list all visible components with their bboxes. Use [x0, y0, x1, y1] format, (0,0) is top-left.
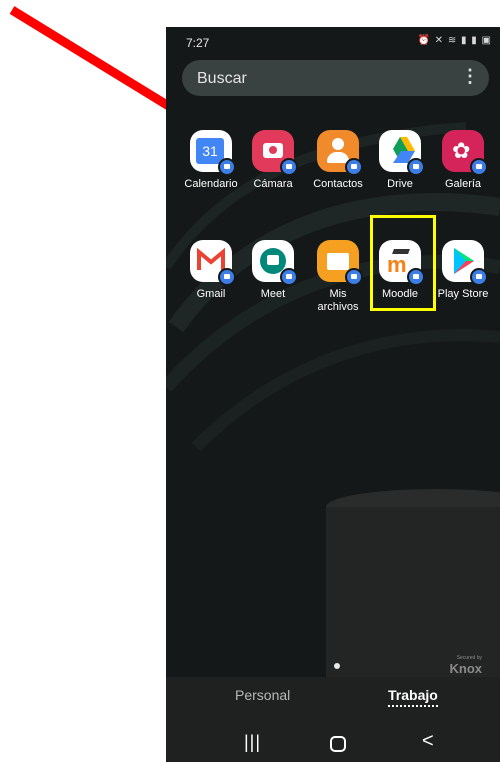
more-options-icon[interactable]: ⋮: [461, 66, 479, 87]
knox-badge: Secured by Knox: [450, 655, 483, 676]
status-time: 7:27: [186, 36, 210, 50]
app-label: Play Store: [437, 288, 489, 300]
work-badge-icon: [218, 268, 236, 286]
work-badge-icon: [218, 158, 236, 176]
meet-icon: [252, 240, 298, 286]
gmail-icon: [190, 240, 236, 286]
profile-tabs: Personal Trabajo: [166, 687, 500, 711]
search-placeholder: Buscar: [197, 70, 247, 87]
camera-icon: [252, 130, 298, 176]
work-badge-icon: [280, 158, 298, 176]
app-gmail[interactable]: Gmail: [178, 240, 244, 301]
app-galeria[interactable]: ✿ Galería: [430, 130, 496, 191]
app-label: Gmail: [196, 288, 226, 300]
playstore-icon: [442, 240, 488, 286]
work-badge-icon: [345, 158, 363, 176]
moodle-highlight-box: [370, 215, 436, 311]
drive-icon: [379, 130, 425, 176]
work-badge-icon: [345, 268, 363, 286]
status-bar: 7:27 ⏰ ✕ ≋ ▮ ▮ ▣: [166, 27, 500, 57]
app-contactos[interactable]: Contactos: [305, 130, 371, 191]
work-badge-icon: [280, 268, 298, 286]
navigation-bar: ||| <: [166, 726, 500, 762]
app-calendario[interactable]: 31 Calendario: [178, 130, 244, 191]
phone-screen: 7:27 ⏰ ✕ ≋ ▮ ▮ ▣ Buscar ⋮ 31 Calendario …: [166, 27, 500, 762]
page-indicator: [334, 663, 340, 669]
app-mis-archivos[interactable]: Mis archivos: [305, 240, 371, 314]
contacts-icon: [317, 130, 363, 176]
back-button[interactable]: <: [422, 730, 434, 753]
app-label: Mis archivos: [317, 288, 359, 313]
work-badge-icon: [407, 158, 425, 176]
app-label: Galería: [444, 178, 482, 190]
search-bar[interactable]: Buscar ⋮: [182, 60, 489, 96]
home-button[interactable]: [330, 736, 346, 752]
app-camara[interactable]: Cámara: [240, 130, 306, 191]
app-label: Cámara: [253, 178, 293, 190]
status-icons: ⏰ ✕ ≋ ▮ ▮ ▣: [417, 35, 492, 46]
recents-button[interactable]: |||: [244, 732, 261, 753]
calendar-icon: 31: [190, 130, 236, 176]
app-label: Contactos: [313, 178, 363, 190]
app-label: Calendario: [184, 178, 238, 190]
app-play-store[interactable]: Play Store: [430, 240, 496, 301]
work-badge-icon: [470, 158, 488, 176]
tab-personal[interactable]: Personal: [235, 687, 290, 703]
gallery-icon: ✿: [442, 130, 488, 176]
files-icon: [317, 240, 363, 286]
app-label: Drive: [387, 178, 413, 190]
app-meet[interactable]: Meet: [240, 240, 306, 301]
work-badge-icon: [470, 268, 488, 286]
app-drive[interactable]: Drive: [367, 130, 433, 191]
knox-brand: Knox: [449, 661, 483, 676]
app-label: Meet: [260, 288, 286, 300]
tab-trabajo[interactable]: Trabajo: [388, 687, 438, 707]
